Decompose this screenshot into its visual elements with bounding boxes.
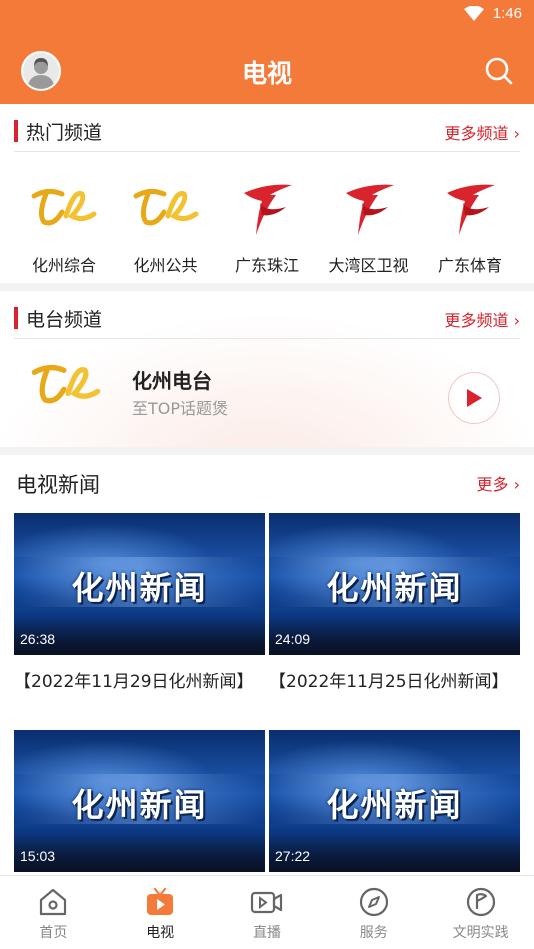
status-time: 1:46 <box>492 5 522 22</box>
huazhou-tv-logo-icon <box>31 188 97 226</box>
tab-civilization[interactable]: 文明实践 <box>427 876 534 949</box>
app-header: 1:46 电视 <box>0 0 534 104</box>
hot-channels-header: 热门频道 更多频道 › <box>14 104 520 152</box>
huazhou-tv-logo-icon <box>133 188 198 226</box>
tab-label: 首页 <box>39 925 68 941</box>
tab-home[interactable]: 首页 <box>0 876 107 949</box>
channel-label: 大湾区卫视 <box>328 256 409 275</box>
wifi-icon <box>464 6 484 21</box>
video-duration: 27:22 <box>275 848 311 864</box>
flag-badge-icon <box>466 887 495 917</box>
news-item[interactable]: 化州新闻 15:03 <box>14 730 265 875</box>
tab-label: 电视 <box>146 925 175 941</box>
news-title[interactable]: 【2022年11月25日化州新闻】 <box>269 667 520 692</box>
home-icon <box>40 888 67 916</box>
tab-label: 服务 <box>359 925 388 941</box>
news-title[interactable]: 【2022年11月29日化州新闻】 <box>14 667 265 692</box>
tv-news-section: 电视新闻 更多 › 化州新闻 26:38 【2022年11月29日化州新闻】 化… <box>0 455 534 875</box>
news-thumbnail[interactable]: 化州新闻 24:09 <box>269 513 520 655</box>
video-duration: 15:03 <box>20 848 56 864</box>
video-duration: 26:38 <box>20 631 56 647</box>
status-bar: 1:46 <box>0 0 534 28</box>
radio-section: 电台频道 更多频道 › 化州电台 至TOP话题煲 <box>0 291 534 447</box>
guangdong-tv-logo-icon <box>345 184 394 235</box>
tab-tv[interactable]: 电视 <box>107 876 214 949</box>
tv-news-header: 电视新闻 更多 › <box>14 455 520 503</box>
channel-item[interactable]: 广东珠江 <box>217 170 317 276</box>
news-thumbnail[interactable]: 化州新闻 27:22 <box>269 730 520 872</box>
news-grid: 化州新闻 26:38 【2022年11月29日化州新闻】 化州新闻 24:09 … <box>14 513 520 875</box>
guangdong-tv-logo-icon <box>447 184 495 235</box>
thumbnail-caption: 化州新闻 <box>71 786 208 824</box>
tab-label: 文明实践 <box>452 925 509 941</box>
tab-live[interactable]: 直播 <box>214 876 321 949</box>
radio-name: 化州电台 <box>132 369 212 393</box>
thumbnail-caption: 化州新闻 <box>326 569 463 607</box>
radio-card[interactable]: 化州电台 至TOP话题煲 <box>14 345 520 445</box>
thumbnail-caption: 化州新闻 <box>326 786 463 824</box>
radio-subtitle: 至TOP话题煲 <box>132 399 229 418</box>
search-icon[interactable] <box>484 56 514 86</box>
section-accent-bar <box>14 120 18 142</box>
more-channels-link[interactable]: 更多频道 › <box>445 120 521 144</box>
news-item[interactable]: 化州新闻 24:09 【2022年11月25日化州新闻】 <box>269 513 520 730</box>
news-thumbnail[interactable]: 化州新闻 26:38 <box>14 513 265 655</box>
tab-services[interactable]: 服务 <box>320 876 427 949</box>
news-item[interactable]: 化州新闻 27:22 <box>269 730 520 875</box>
page-title: 电视 <box>241 59 292 88</box>
channel-label: 广东珠江 <box>234 256 299 275</box>
video-duration: 24:09 <box>275 631 311 647</box>
radio-header: 电台频道 更多频道 › <box>14 291 520 339</box>
channel-item[interactable]: 化州综合 <box>14 170 114 276</box>
hot-channels-section: 热门频道 更多频道 › 化州综合 化州公共 广东珠江 大湾区卫视 广东体育 <box>0 104 534 283</box>
tv-icon <box>147 887 174 915</box>
news-thumbnail[interactable]: 化州新闻 15:03 <box>14 730 265 872</box>
channel-item[interactable]: 化州公共 <box>116 170 216 276</box>
channel-list: 化州综合 化州公共 广东珠江 大湾区卫视 广东体育 <box>14 170 520 276</box>
section-title: 电台频道 <box>26 309 103 331</box>
live-video-icon <box>250 891 283 914</box>
more-radio-link[interactable]: 更多频道 › <box>445 307 521 331</box>
guangdong-tv-logo-icon <box>244 184 292 235</box>
tab-label: 直播 <box>252 925 281 941</box>
thumbnail-caption: 化州新闻 <box>71 569 208 607</box>
play-button[interactable] <box>448 372 500 424</box>
play-icon <box>467 389 482 407</box>
section-accent-bar <box>14 307 18 329</box>
section-title: 电视新闻 <box>16 473 100 497</box>
channel-item[interactable]: 大湾区卫视 <box>319 170 419 276</box>
section-title: 热门频道 <box>26 122 103 144</box>
channel-label: 化州综合 <box>31 256 96 275</box>
more-news-link[interactable]: 更多 › <box>477 471 521 495</box>
news-item[interactable]: 化州新闻 26:38 【2022年11月29日化州新闻】 <box>14 513 265 730</box>
bottom-tab-bar: 首页 电视 直播 服务 文明实践 <box>0 875 534 949</box>
channel-label: 广东体育 <box>437 256 502 275</box>
channel-label: 化州公共 <box>133 256 198 275</box>
channel-item[interactable]: 广东体育 <box>420 170 520 276</box>
compass-icon <box>359 887 388 917</box>
huazhou-radio-logo-icon <box>31 364 101 404</box>
